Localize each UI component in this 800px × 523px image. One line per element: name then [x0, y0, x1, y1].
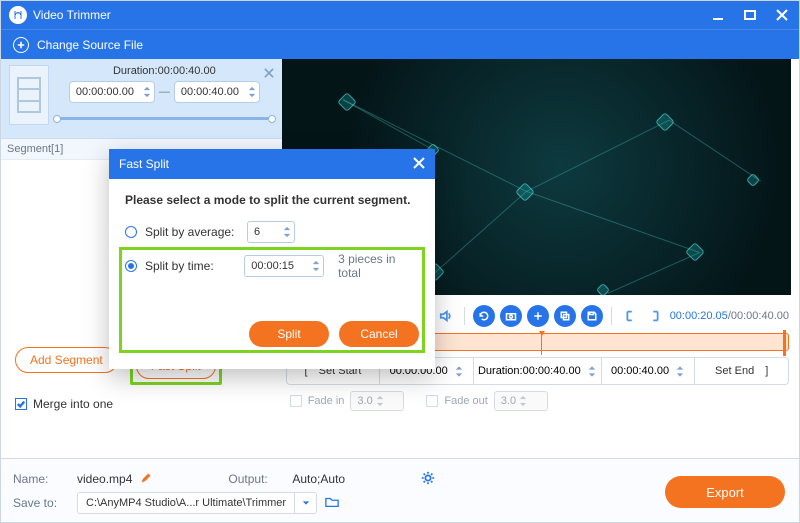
titlebar: Video Trimmer — [1, 1, 799, 29]
highlight-box — [119, 247, 425, 353]
dialog-title: Fast Split — [119, 157, 169, 171]
save-path-dropdown[interactable]: C:\AnyMP4 Studio\A...r Ultimate\Trimmer — [77, 492, 317, 514]
volume-icon[interactable] — [436, 306, 456, 326]
fade-out-checkbox[interactable] — [426, 395, 438, 407]
copy-button[interactable] — [554, 305, 576, 327]
fade-out-input[interactable]: 3.0 — [494, 391, 548, 411]
maximize-button[interactable] — [741, 6, 759, 24]
end-value-input[interactable]: 00:00:40.00 — [602, 358, 696, 384]
minimize-button[interactable] — [709, 6, 727, 24]
export-button[interactable]: Export — [665, 476, 785, 508]
output-settings-icon[interactable] — [421, 471, 435, 488]
snapshot-button[interactable] — [500, 305, 522, 327]
radio-average[interactable] — [125, 226, 137, 238]
change-source-label: Change Source File — [37, 38, 143, 52]
output-label: Output: — [228, 472, 284, 486]
split-average-label: Split by average: — [145, 225, 239, 239]
merge-checkbox[interactable] — [15, 398, 27, 410]
mark-out-icon[interactable] — [645, 306, 665, 326]
segment-card[interactable]: Duration:00:00:40.00 00:00:00.00 — 00:00… — [1, 59, 282, 139]
dialog-titlebar: Fast Split — [109, 149, 435, 179]
add-button[interactable] — [527, 305, 549, 327]
edit-name-icon[interactable] — [140, 472, 152, 487]
plus-icon — [13, 37, 29, 53]
mark-in-icon[interactable] — [620, 306, 640, 326]
fade-in-label: Fade in — [308, 395, 345, 407]
segment-duration: Duration:00:00:40.00 — [55, 65, 274, 77]
app-icon — [9, 6, 27, 24]
app-title: Video Trimmer — [33, 8, 111, 22]
add-segment-button[interactable]: Add Segment — [15, 347, 118, 373]
trim-handle-right[interactable] — [780, 330, 788, 356]
duration-value-input[interactable]: Duration:00:00:40.00 — [474, 358, 602, 384]
output-value: Auto;Auto — [292, 472, 345, 486]
dialog-close-icon[interactable] — [413, 157, 425, 172]
segment-start-input[interactable]: 00:00:00.00 — [69, 81, 155, 103]
dash: — — [159, 86, 170, 98]
fast-split-dialog: Fast Split Please select a mode to split… — [109, 149, 435, 369]
time-readout: 00:00:20.05/00:00:40.00 — [670, 310, 789, 322]
name-label: Name: — [13, 472, 69, 486]
merge-label: Merge into one — [33, 397, 113, 411]
split-average-option[interactable]: Split by average: 6 — [125, 219, 419, 245]
segment-end-input[interactable]: 00:00:40.00 — [174, 81, 260, 103]
playhead[interactable] — [537, 331, 547, 355]
segment-range-slider[interactable] — [55, 117, 274, 120]
app-window: Video Trimmer Change Source File Duratio… — [0, 0, 800, 523]
dialog-prompt: Please select a mode to split the curren… — [125, 193, 419, 207]
fade-out-option[interactable]: Fade out 3.0 — [426, 391, 547, 411]
bottom-bar: Name: video.mp4 Output: Auto;Auto Save t… — [1, 458, 799, 522]
name-value: video.mp4 — [77, 472, 132, 486]
save-path-value: C:\AnyMP4 Studio\A...r Ultimate\Trimmer — [78, 497, 294, 509]
open-folder-icon[interactable] — [325, 495, 339, 512]
fade-in-option[interactable]: Fade in 3.0 — [290, 391, 405, 411]
save-snap-button[interactable] — [581, 305, 603, 327]
merge-checkbox-row[interactable]: Merge into one — [1, 393, 282, 419]
split-average-input[interactable]: 6 — [247, 221, 295, 243]
spinner-icon[interactable] — [142, 85, 152, 99]
set-end-button[interactable]: Set End ] — [695, 358, 788, 384]
fade-in-checkbox[interactable] — [290, 395, 302, 407]
reset-button[interactable] — [473, 305, 495, 327]
spinner-icon[interactable] — [247, 85, 257, 99]
save-label: Save to: — [13, 496, 69, 510]
fade-out-label: Fade out — [444, 395, 487, 407]
fade-row: Fade in 3.0 Fade out 3.0 — [290, 391, 789, 411]
fade-in-input[interactable]: 3.0 — [350, 391, 404, 411]
remove-segment-icon[interactable] — [264, 65, 276, 77]
segment-thumb — [9, 65, 49, 125]
chevron-down-icon[interactable] — [294, 493, 316, 513]
change-source-bar[interactable]: Change Source File — [1, 29, 799, 59]
close-button[interactable] — [773, 6, 791, 24]
